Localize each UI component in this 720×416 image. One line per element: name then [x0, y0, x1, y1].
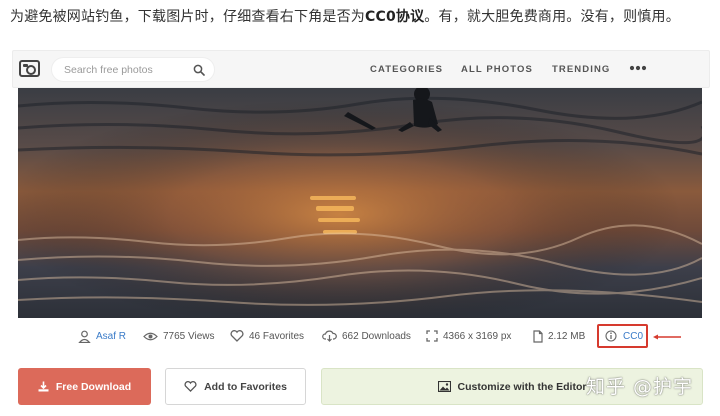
expand-icon [426, 330, 438, 342]
favorites-count: 46 Favorites [249, 330, 305, 342]
license-highlight-box: CC0 [597, 324, 648, 348]
search-icon[interactable] [193, 64, 205, 76]
customize-editor-label: Customize with the Editor [457, 380, 587, 393]
nav-trending-link[interactable]: TRENDING [552, 64, 610, 75]
search-input[interactable] [64, 61, 184, 79]
caption-text-1: 为避免被网站钓鱼，下载图片时，仔细查看右下角是否为 [10, 9, 365, 25]
cloud-download-icon [322, 330, 337, 342]
nav-all-photos-link[interactable]: ALL PHOTOS [461, 64, 533, 75]
filesize-meta: 2.12 MB [533, 326, 585, 346]
dimensions-meta: 4366 x 3169 px [426, 326, 511, 346]
free-download-button[interactable]: Free Download [18, 368, 151, 405]
camera-logo-icon[interactable] [19, 60, 40, 77]
info-icon [605, 330, 617, 342]
eye-icon [143, 332, 158, 340]
free-download-label: Free Download [55, 380, 132, 393]
image-dimensions: 4366 x 3169 px [443, 330, 512, 342]
download-icon [38, 381, 49, 392]
site-navbar: CATEGORIES ALL PHOTOS TRENDING [12, 50, 710, 88]
views-count: 7765 Views [163, 330, 215, 342]
search-box [51, 57, 215, 82]
add-to-favorites-label: Add to Favorites [204, 380, 287, 393]
more-dots-icon[interactable] [629, 64, 647, 72]
downloads-meta: 662 Downloads [322, 326, 411, 346]
zhihu-watermark: 知乎 @护宇 [586, 376, 694, 398]
favorites-meta: 46 Favorites [230, 326, 304, 346]
image-icon [437, 381, 451, 392]
heart-icon [230, 330, 244, 342]
red-arrow-annotation [653, 334, 681, 340]
nav-categories-link[interactable]: CATEGORIES [370, 64, 443, 75]
article-caption: 为避免被网站钓鱼，下载图片时，仔细查看右下角是否为CC0协议。有，就大胆免费商用… [10, 7, 710, 27]
user-icon [78, 330, 91, 343]
file-icon [533, 329, 543, 343]
file-size: 2.12 MB [548, 330, 586, 342]
heart-outline-icon [184, 381, 197, 392]
caption-text-bold: CC0协议 [365, 9, 425, 25]
sunset-surfer-photo[interactable] [18, 88, 702, 318]
author-name-link[interactable]: Asaf R [96, 331, 126, 342]
caption-text-2: 。有，就大胆免费商用。没有，则慎用。 [424, 9, 680, 25]
downloads-count: 662 Downloads [342, 330, 411, 342]
views-meta: 7765 Views [143, 326, 215, 346]
license-link[interactable]: CC0 [623, 331, 643, 342]
author-meta[interactable]: Asaf R [78, 326, 126, 346]
add-to-favorites-button[interactable]: Add to Favorites [165, 368, 306, 405]
